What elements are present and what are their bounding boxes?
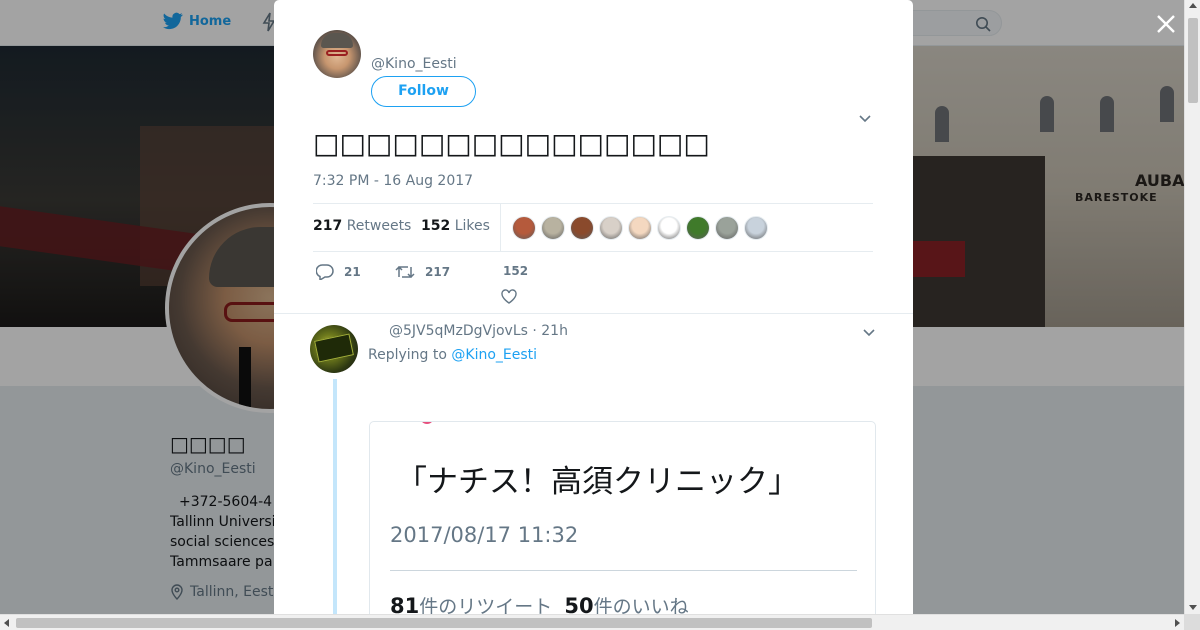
likes-count: 152 [421,218,451,234]
like-button[interactable]: 152 [503,264,528,278]
retweets-label: Retweets [346,218,412,234]
stats-divider [500,204,501,252]
chevron-down-icon[interactable] [862,326,876,340]
tweet-author-handle[interactable]: @Kino_Eesti [371,56,457,72]
liker-avatar[interactable] [657,216,681,240]
liker-avatar[interactable] [628,216,652,240]
liker-avatar[interactable] [570,216,594,240]
horizontal-scrollbar[interactable] [0,614,1184,630]
media-notch [420,422,434,424]
close-icon[interactable] [1154,12,1178,36]
media-retweets-num: 81 [390,594,420,614]
liker-avatar[interactable] [744,216,768,240]
modal-divider [274,313,913,314]
tweet-author-avatar[interactable] [313,30,361,78]
tweet-timestamp[interactable]: 7:32 PM - 16 Aug 2017 [313,173,473,189]
replying-to: Replying to @Kino_Eesti [368,347,537,363]
liker-avatar[interactable] [512,216,536,240]
liker-avatar[interactable] [715,216,739,240]
reply-author-handle[interactable]: @5JV5qMzDgVjovLs · 21h [389,323,568,339]
avatar-glasses [326,50,348,56]
heart-icon[interactable] [501,289,517,304]
vertical-scroll-thumb[interactable] [1188,18,1198,103]
replying-prefix: Replying to [368,347,447,363]
media-retweets-text: 件のリツイート [419,596,553,614]
replying-to-link[interactable]: @Kino_Eesti [451,347,537,363]
media-likes-text: 件のいいね [593,596,689,614]
vertical-scrollbar[interactable] [1184,0,1200,614]
likes-label: Likes [454,218,490,234]
chevron-down-icon[interactable] [858,112,872,126]
media-likes-num: 50 [564,594,594,614]
avatar-can-label [314,333,354,363]
scroll-up-icon[interactable] [1189,3,1197,8]
retweet-button[interactable]: 217 [395,264,450,280]
reply-icon [316,264,334,280]
reply-count: 21 [344,265,361,279]
horizontal-scroll-thumb[interactable] [16,618,872,628]
tweet-modal: @Kino_Eesti Follow □□□□□□□□□□□□□□□ 7:32 … [274,0,913,614]
media-stats: 81件のリツイート 50件のいいね [390,592,689,614]
reply-button[interactable]: 21 [316,264,361,280]
follow-button[interactable]: Follow [371,76,476,107]
retweets-stat[interactable]: 217 Retweets [313,218,411,234]
reply-media-card[interactable]: 「ナチス！高須クリニック」 2017/08/17 11:32 81件のリツイート… [369,421,876,614]
tweet-actions: 21 217 152 [313,262,873,312]
tweet-text: □□□□□□□□□□□□□□□ [313,127,710,160]
scroll-down-icon[interactable] [1189,605,1197,610]
media-title: 「ナチス！高須クリニック」 [396,464,799,500]
likers-avatars [512,216,768,240]
liker-avatar[interactable] [599,216,623,240]
scrollbar-corner [1184,614,1200,630]
likes-stat[interactable]: 152 Likes [421,218,490,234]
retweet-icon [395,265,415,279]
like-count: 152 [503,264,529,278]
avatar-hat [321,33,353,48]
scroll-right-icon[interactable] [1175,619,1180,627]
reply-author-avatar[interactable] [310,325,358,373]
liker-avatar[interactable] [686,216,710,240]
tweet-stats: 217 Retweets 152 Likes [313,203,873,252]
media-timestamp: 2017/08/17 11:32 [390,523,579,547]
thread-line [333,379,337,614]
retweet-count: 217 [425,265,451,279]
scroll-left-icon[interactable] [4,619,9,627]
media-divider [390,570,857,571]
liker-avatar[interactable] [541,216,565,240]
retweets-count: 217 [313,218,343,234]
